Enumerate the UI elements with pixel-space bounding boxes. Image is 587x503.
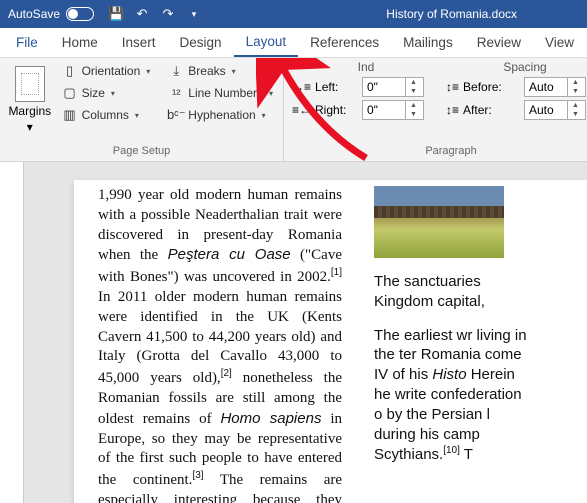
group-paragraph: Ind Spacing →≡ Left: ▲▼ ↕≡ Before: <box>284 58 587 161</box>
spacing-after-label: ↕≡ After: <box>446 103 520 117</box>
indent-right-field[interactable] <box>363 103 405 117</box>
tab-review[interactable]: Review <box>465 28 533 57</box>
tab-home[interactable]: Home <box>50 28 110 57</box>
toggle-off-icon[interactable] <box>66 7 94 21</box>
spacing-after-icon: ↕≡ <box>446 103 459 117</box>
document-title: History of Romania.docx <box>386 7 517 21</box>
spacing-before-icon: ↕≡ <box>446 80 459 94</box>
quick-access-toolbar: 💾 ↶ ↷ ▾ <box>102 6 208 22</box>
margins-button[interactable]: Margins ▾ <box>6 62 54 139</box>
tab-file[interactable]: File <box>4 28 50 57</box>
save-icon[interactable]: 💾 <box>108 6 124 22</box>
line-numbers-icon: ¹² <box>168 85 184 101</box>
hyphenation-icon: bᶜ⁻ <box>168 107 184 123</box>
spacing-after-input[interactable]: ▲▼ <box>524 100 586 120</box>
tab-layout[interactable]: Layout <box>234 28 299 57</box>
autosave-toggle[interactable]: AutoSave <box>0 7 102 21</box>
tab-design[interactable]: Design <box>168 28 234 57</box>
indent-left-icon: →≡ <box>292 80 311 94</box>
columns-button[interactable]: ▥ Columns▾ <box>58 106 155 124</box>
inline-image[interactable] <box>374 186 504 258</box>
spin-up-icon[interactable]: ▲ <box>568 78 583 87</box>
tab-view[interactable]: View <box>533 28 586 57</box>
ribbon: Margins ▾ ▯ Orientation▾ ▢ Size▾ ▥ Colum… <box>0 58 587 162</box>
document-column-2[interactable]: The sanctuaries Kingdom capital, The ear… <box>354 186 534 503</box>
orientation-icon: ▯ <box>62 63 78 79</box>
chevron-down-icon: ▾ <box>27 120 33 134</box>
image-caption: The sanctuaries Kingdom capital, <box>374 272 534 312</box>
margins-label: Margins <box>8 104 51 118</box>
spacing-after-field[interactable] <box>525 103 567 117</box>
indent-right-input[interactable]: ▲▼ <box>362 100 424 120</box>
indent-left-field[interactable] <box>363 80 405 94</box>
spin-down-icon[interactable]: ▼ <box>406 87 421 96</box>
tab-insert[interactable]: Insert <box>110 28 168 57</box>
title-bar: AutoSave 💾 ↶ ↷ ▾ History of Romania.docx <box>0 0 587 28</box>
spacing-header: Spacing <box>440 60 587 74</box>
columns-icon: ▥ <box>62 107 78 123</box>
page-scroll-area[interactable]: 1,990 year old modern human remains with… <box>24 162 587 503</box>
redo-icon[interactable]: ↷ <box>160 6 176 22</box>
margins-icon <box>15 66 45 102</box>
tab-references[interactable]: References <box>298 28 391 57</box>
breaks-icon: ⤓ <box>168 63 184 79</box>
indent-left-input[interactable]: ▲▼ <box>362 77 424 97</box>
autosave-label: AutoSave <box>8 7 60 21</box>
indent-left-label: →≡ Left: <box>292 80 358 94</box>
page[interactable]: 1,990 year old modern human remains with… <box>74 180 587 503</box>
spin-down-icon[interactable]: ▼ <box>568 110 583 119</box>
spacing-before-input[interactable]: ▲▼ <box>524 77 586 97</box>
indent-header: Ind <box>292 60 440 74</box>
indent-right-label: ≡← Right: <box>292 103 358 117</box>
indent-right-icon: ≡← <box>292 103 311 117</box>
spacing-before-label: ↕≡ Before: <box>446 80 520 94</box>
breaks-button[interactable]: ⤓ Breaks▾ <box>164 62 277 80</box>
column-2-paragraph: The earliest wr living in the ter Romani… <box>374 326 534 466</box>
ribbon-tabs: File Home Insert Design Layout Reference… <box>0 28 587 58</box>
hyphenation-button[interactable]: bᶜ⁻ Hyphenation▾ <box>164 106 277 124</box>
spin-up-icon[interactable]: ▲ <box>568 101 583 110</box>
orientation-button[interactable]: ▯ Orientation▾ <box>58 62 155 80</box>
size-button[interactable]: ▢ Size▾ <box>58 84 155 102</box>
spin-up-icon[interactable]: ▲ <box>406 101 421 110</box>
tab-mailings[interactable]: Mailings <box>391 28 465 57</box>
group-label-paragraph: Paragraph <box>284 143 587 161</box>
qat-dropdown-icon[interactable]: ▾ <box>186 6 202 22</box>
line-numbers-button[interactable]: ¹² Line Numbers▾ <box>164 84 277 102</box>
spacing-before-field[interactable] <box>525 80 567 94</box>
undo-icon[interactable]: ↶ <box>134 6 150 22</box>
spin-down-icon[interactable]: ▼ <box>406 110 421 119</box>
document-column-1[interactable]: 1,990 year old modern human remains with… <box>74 186 354 503</box>
group-page-setup: Margins ▾ ▯ Orientation▾ ▢ Size▾ ▥ Colum… <box>0 58 284 161</box>
size-icon: ▢ <box>62 85 78 101</box>
vertical-ruler[interactable] <box>0 162 24 503</box>
spin-down-icon[interactable]: ▼ <box>568 87 583 96</box>
document-area: 1,990 year old modern human remains with… <box>0 162 587 503</box>
spin-up-icon[interactable]: ▲ <box>406 78 421 87</box>
group-label-page-setup: Page Setup <box>0 143 283 161</box>
